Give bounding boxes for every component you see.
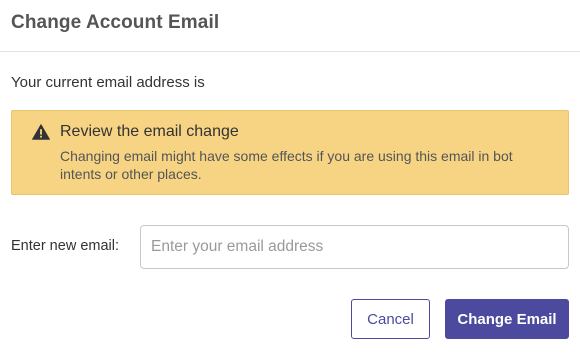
dialog-header: Change Account Email <box>0 0 580 52</box>
dialog-title: Change Account Email <box>11 11 220 33</box>
warning-alert: Review the email change Changing email m… <box>11 110 569 195</box>
alert-body: Changing email might have some effects i… <box>60 148 513 182</box>
warning-icon <box>32 124 50 140</box>
current-email-label: Your current email address is <box>11 74 205 91</box>
alert-title: Review the email change <box>60 123 239 140</box>
new-email-input[interactable] <box>140 225 569 269</box>
change-email-button[interactable]: Change Email <box>445 299 569 339</box>
cancel-button[interactable]: Cancel <box>351 299 430 339</box>
new-email-label: Enter new email: <box>11 238 119 254</box>
